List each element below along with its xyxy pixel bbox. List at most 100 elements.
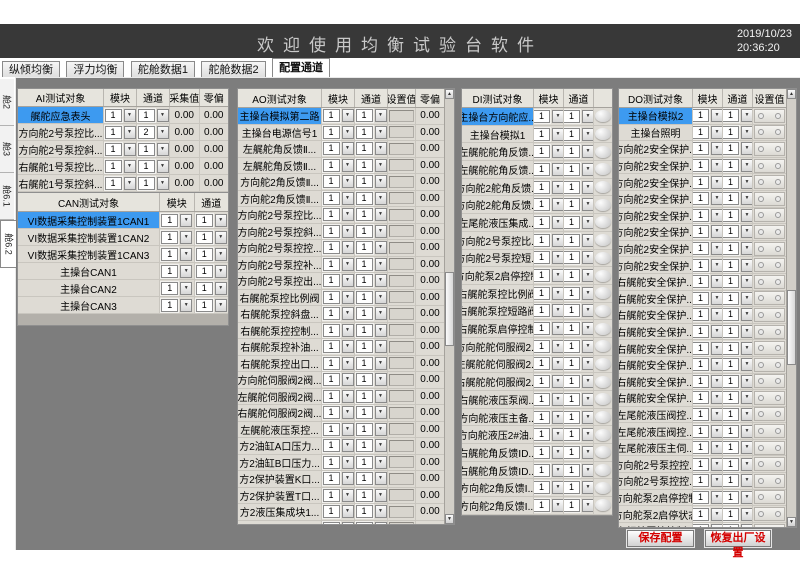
dropdown-arrow-icon[interactable]: ▼ <box>375 340 387 353</box>
dropdown-value[interactable]: 1 <box>534 163 550 176</box>
dropdown-arrow-icon[interactable]: ▼ <box>711 325 723 338</box>
dropdown-arrow-icon[interactable]: ▼ <box>711 292 723 305</box>
dropdown-value[interactable]: 1 <box>534 428 550 441</box>
dropdown-select[interactable]: 1▼ <box>693 259 723 272</box>
dropdown-arrow-icon[interactable]: ▼ <box>342 505 354 518</box>
dropdown-arrow-icon[interactable]: ▼ <box>741 209 753 222</box>
dropdown-arrow-icon[interactable]: ▼ <box>342 225 354 238</box>
radio-icon[interactable] <box>758 411 764 417</box>
table-row[interactable]: 右艉舵安全保护...1▼1▼ <box>619 357 786 374</box>
dropdown-value[interactable]: 1 <box>723 259 739 272</box>
dropdown-select[interactable]: 1▼ <box>323 225 354 238</box>
dropdown-value[interactable]: 1 <box>723 275 739 288</box>
set-value-input[interactable] <box>389 159 414 171</box>
dropdown-select[interactable]: 1▼ <box>693 142 723 155</box>
dropdown-arrow-icon[interactable]: ▼ <box>741 225 753 238</box>
dropdown-select[interactable]: 1▼ <box>693 508 723 521</box>
restore-factory-button[interactable]: 恢复出厂设置 <box>705 530 771 547</box>
dropdown-value[interactable]: 1 <box>693 176 709 189</box>
row-label[interactable]: 右艉舵泵控控制... <box>619 523 693 528</box>
radio-icon[interactable] <box>775 428 781 434</box>
table-row[interactable]: 方向舵2号泵控控...1▼1▼ <box>619 456 786 473</box>
tab-rudder-data-1[interactable]: 舵舱数据1 <box>131 61 195 77</box>
dropdown-arrow-icon[interactable]: ▼ <box>375 208 387 221</box>
dropdown-select[interactable]: 1▼ <box>534 393 564 406</box>
scroll-down-icon[interactable]: ▼ <box>445 514 454 524</box>
dropdown-arrow-icon[interactable]: ▼ <box>375 324 387 337</box>
dropdown-value[interactable]: 1 <box>534 128 550 141</box>
dropdown-value[interactable]: 1 <box>356 439 373 452</box>
dropdown-select[interactable]: 1▼ <box>534 446 564 459</box>
dropdown-value[interactable]: 1 <box>323 324 340 337</box>
tab-configure-channels[interactable]: 配置通道 <box>272 58 330 77</box>
dropdown-value[interactable]: 1 <box>693 192 709 205</box>
dropdown-arrow-icon[interactable]: ▼ <box>552 234 564 247</box>
dropdown-select[interactable]: 1▼ <box>356 439 387 452</box>
scroll-up-icon[interactable]: ▲ <box>787 89 796 99</box>
dropdown-select[interactable]: 1▼ <box>105 126 136 139</box>
row-label[interactable]: 右艉舵伺服阀2阀... <box>238 405 322 421</box>
radio-icon[interactable] <box>775 478 781 484</box>
dropdown-select[interactable]: 1▼ <box>534 411 564 424</box>
table-row[interactable]: 方向舵2舵角反馈...1▼1▼ <box>462 196 612 214</box>
row-label[interactable]: 方向舵2号泵控短... <box>462 250 534 267</box>
scroll-down-icon[interactable]: ▼ <box>787 517 796 527</box>
dropdown-select[interactable]: 1▼ <box>723 425 753 438</box>
dropdown-arrow-icon[interactable]: ▼ <box>552 375 564 388</box>
dropdown-value[interactable]: 1 <box>693 159 709 172</box>
dropdown-select[interactable]: 1▼ <box>564 163 594 176</box>
set-value-input[interactable] <box>389 110 414 122</box>
dropdown-arrow-icon[interactable]: ▼ <box>552 428 564 441</box>
dropdown-arrow-icon[interactable]: ▼ <box>582 145 594 158</box>
dropdown-select[interactable]: 1▼ <box>323 505 354 518</box>
dropdown-value[interactable]: 1 <box>723 491 739 504</box>
row-label[interactable]: 主操台方向舵应... <box>462 108 534 125</box>
dropdown-arrow-icon[interactable]: ▼ <box>375 175 387 188</box>
dropdown-value[interactable]: 1 <box>356 340 373 353</box>
dropdown-value[interactable]: 1 <box>564 393 580 406</box>
dropdown-arrow-icon[interactable]: ▼ <box>157 143 169 156</box>
dropdown-select[interactable]: 1▼ <box>356 225 387 238</box>
dropdown-value[interactable]: 1 <box>693 474 709 487</box>
row-label[interactable]: VI数据采集控制装置1CAN3 <box>18 246 160 262</box>
set-value-input[interactable] <box>389 506 414 518</box>
tab-cabin-2[interactable]: 舱2 <box>0 79 14 126</box>
dropdown-arrow-icon[interactable]: ▼ <box>741 325 753 338</box>
table-row[interactable]: 方向舵2号泵控比...1▼1▼0.00 <box>238 207 444 224</box>
dropdown-select[interactable]: 1▼ <box>323 175 354 188</box>
dropdown-arrow-icon[interactable]: ▼ <box>741 458 753 471</box>
dropdown-value[interactable]: 1 <box>534 269 550 282</box>
row-label[interactable]: 方向舵泵2启停状态 <box>619 506 693 522</box>
dropdown-value[interactable]: 1 <box>323 258 340 271</box>
dropdown-value[interactable]: 1 <box>356 258 373 271</box>
dropdown-arrow-icon[interactable]: ▼ <box>741 524 753 528</box>
dropdown-value[interactable]: 1 <box>723 524 739 528</box>
dropdown-select[interactable]: 1▼ <box>323 522 354 525</box>
table-row[interactable]: 左艉舵液压泵控...1▼1▼0.00 <box>238 422 444 439</box>
dropdown-select[interactable]: 1▼ <box>534 375 564 388</box>
dropdown-select[interactable]: 1▼ <box>693 474 723 487</box>
dropdown-select[interactable]: 1▼ <box>356 175 387 188</box>
dropdown-value[interactable]: 1 <box>723 292 739 305</box>
table-row[interactable]: 右艉舵角反馈ⅠD...1▼1▼ <box>462 462 612 480</box>
set-value-toggle[interactable] <box>754 457 785 471</box>
dropdown-arrow-icon[interactable]: ▼ <box>342 522 354 525</box>
row-label[interactable]: 右艉舵角反馈ⅠD... <box>462 462 534 479</box>
dropdown-arrow-icon[interactable]: ▼ <box>711 176 723 189</box>
dropdown-value[interactable]: 1 <box>534 145 550 158</box>
dropdown-arrow-icon[interactable]: ▼ <box>552 393 564 406</box>
dropdown-value[interactable]: 1 <box>105 143 122 156</box>
row-label[interactable]: 方向舵2安全保护... <box>619 224 693 240</box>
table-row[interactable]: 右艉舵安全保护...1▼1▼ <box>619 307 786 324</box>
dropdown-arrow-icon[interactable]: ▼ <box>375 109 387 122</box>
dropdown-arrow-icon[interactable]: ▼ <box>375 439 387 452</box>
table-row[interactable]: 右艉舵泵启停控制1▼1▼ <box>462 320 612 338</box>
tab-rudder-data-2[interactable]: 舵舱数据2 <box>201 61 265 77</box>
row-label[interactable]: 右艉舵泵控短路阀 <box>462 303 534 320</box>
dropdown-select[interactable]: 1▼ <box>723 375 753 388</box>
dropdown-select[interactable]: 1▼ <box>564 181 594 194</box>
row-label[interactable]: 方2保护装置T口... <box>238 488 322 504</box>
table-row[interactable]: 方向舵2安全保护...1▼1▼ <box>619 257 786 274</box>
dropdown-value[interactable]: 1 <box>161 265 178 278</box>
dropdown-value[interactable]: 1 <box>356 390 373 403</box>
